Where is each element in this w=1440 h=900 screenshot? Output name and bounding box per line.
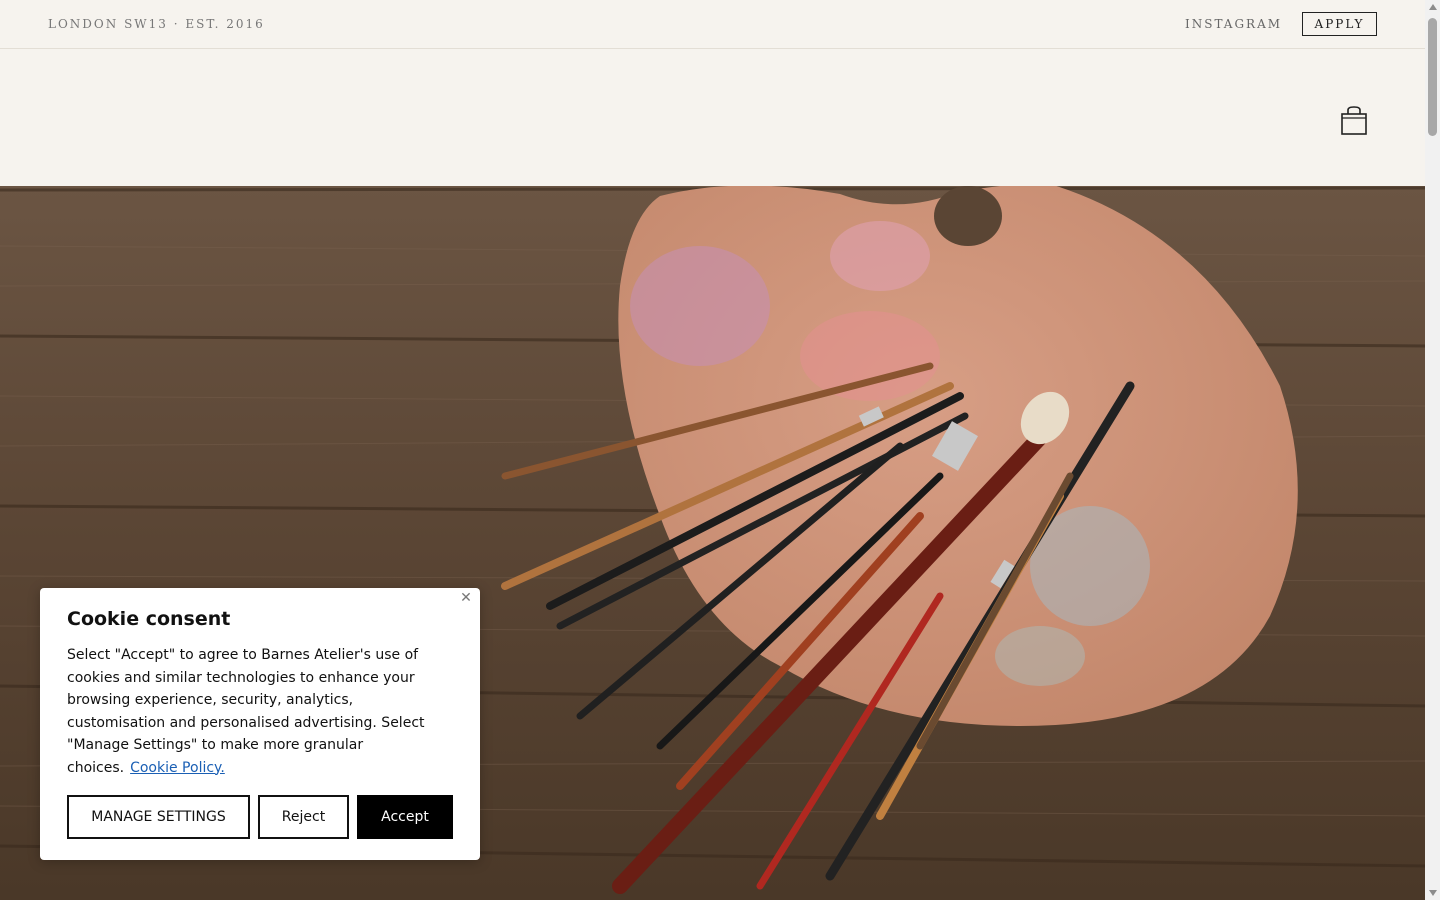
cookie-body: Select "Accept" to agree to Barnes Ateli… — [67, 644, 453, 779]
cookie-policy-link[interactable]: Cookie Policy. — [130, 760, 225, 776]
vertical-scrollbar[interactable] — [1425, 0, 1440, 900]
apply-button[interactable]: APPLY — [1302, 12, 1377, 36]
manage-settings-button[interactable]: MANAGE SETTINGS — [67, 795, 250, 839]
close-icon[interactable]: ✕ — [458, 590, 474, 606]
scroll-down-arrow-icon[interactable] — [1429, 890, 1437, 896]
location-text: LONDON SW13 · EST. 2016 — [48, 17, 265, 31]
shopping-bag-icon[interactable] — [1340, 105, 1368, 135]
cookie-body-text: Select "Accept" to agree to Barnes Ateli… — [67, 647, 425, 776]
page-viewport: LONDON SW13 · EST. 2016 INSTAGRAM APPLY — [0, 0, 1425, 900]
reject-button[interactable]: Reject — [258, 795, 349, 839]
cookie-title: Cookie consent — [67, 608, 231, 630]
scroll-up-arrow-icon[interactable] — [1429, 4, 1437, 10]
scrollbar-thumb[interactable] — [1428, 18, 1437, 136]
accept-button[interactable]: Accept — [357, 795, 453, 839]
top-bar: LONDON SW13 · EST. 2016 INSTAGRAM APPLY — [0, 0, 1425, 49]
instagram-link[interactable]: INSTAGRAM — [1185, 17, 1282, 31]
cookie-consent-dialog: ✕ Cookie consent Select "Accept" to agre… — [40, 588, 480, 860]
site-header — [0, 49, 1425, 186]
